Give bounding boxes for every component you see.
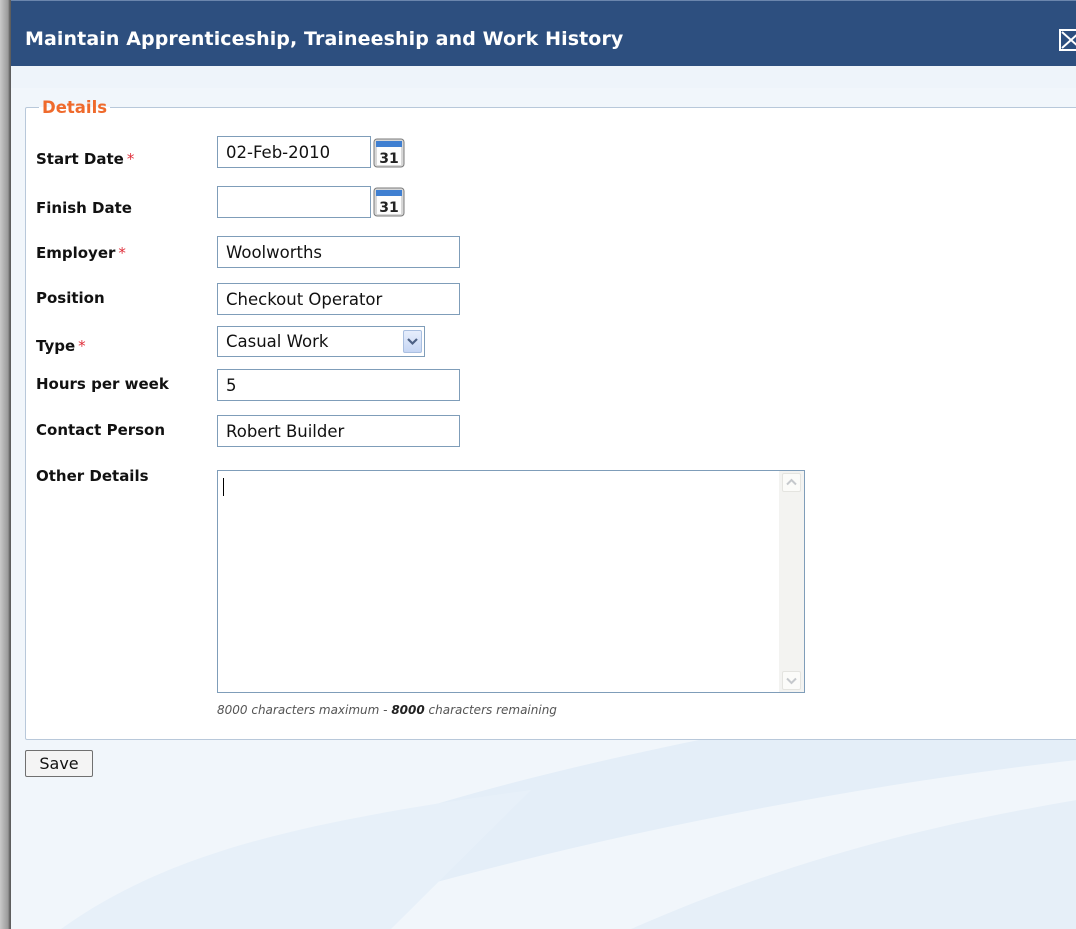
employer-input[interactable]	[217, 236, 460, 268]
other-details-label: Other Details	[36, 467, 149, 485]
text-cursor	[223, 478, 224, 496]
save-button[interactable]: Save	[25, 750, 93, 777]
finish-date-label: Finish Date	[36, 199, 132, 217]
start-date-label: Start Date *	[36, 150, 135, 168]
calendar-icon-text: 31	[379, 151, 398, 167]
position-label: Position	[36, 289, 105, 307]
calendar-icon[interactable]: 31	[373, 187, 405, 217]
calendar-icon-text: 31	[379, 200, 398, 216]
character-limit-hint: 8000 characters maximum - 8000 character…	[217, 703, 557, 717]
other-details-box	[217, 470, 805, 693]
chevron-down-icon	[407, 338, 418, 346]
close-icon	[1061, 31, 1076, 49]
type-select[interactable]: Casual Work	[217, 326, 425, 357]
required-marker: *	[126, 150, 135, 168]
required-marker: *	[118, 244, 126, 262]
position-input[interactable]	[217, 283, 460, 315]
close-button[interactable]	[1059, 29, 1076, 51]
hours-per-week-input[interactable]	[217, 369, 460, 401]
window-left-edge	[0, 0, 10, 929]
dropdown-button[interactable]	[403, 330, 422, 353]
work-history-dialog: Maintain Apprenticeship, Traineeship and…	[10, 0, 1076, 929]
textarea-scrollbar[interactable]	[779, 471, 804, 692]
dialog-content-band	[11, 66, 1076, 88]
required-marker: *	[78, 337, 86, 355]
employer-label: Employer *	[36, 244, 126, 262]
scroll-up-button[interactable]	[782, 473, 801, 492]
dialog-title: Maintain Apprenticeship, Traineeship and…	[25, 28, 624, 50]
other-details-textarea[interactable]	[218, 471, 778, 692]
chevron-up-icon	[786, 478, 797, 486]
contact-person-input[interactable]	[217, 415, 460, 447]
scroll-down-button[interactable]	[782, 671, 801, 690]
hours-per-week-label: Hours per week	[36, 375, 169, 393]
type-label: Type *	[36, 337, 86, 355]
chevron-down-icon	[786, 677, 797, 685]
dialog-titlebar: Maintain Apprenticeship, Traineeship and…	[11, 0, 1076, 66]
characters-remaining-count: 8000	[391, 703, 425, 717]
type-selected-value: Casual Work	[226, 332, 329, 351]
start-date-input[interactable]	[217, 136, 371, 168]
details-legend: Details	[42, 98, 108, 117]
calendar-icon[interactable]: 31	[373, 138, 405, 168]
contact-person-label: Contact Person	[36, 421, 166, 439]
finish-date-input[interactable]	[217, 186, 371, 218]
